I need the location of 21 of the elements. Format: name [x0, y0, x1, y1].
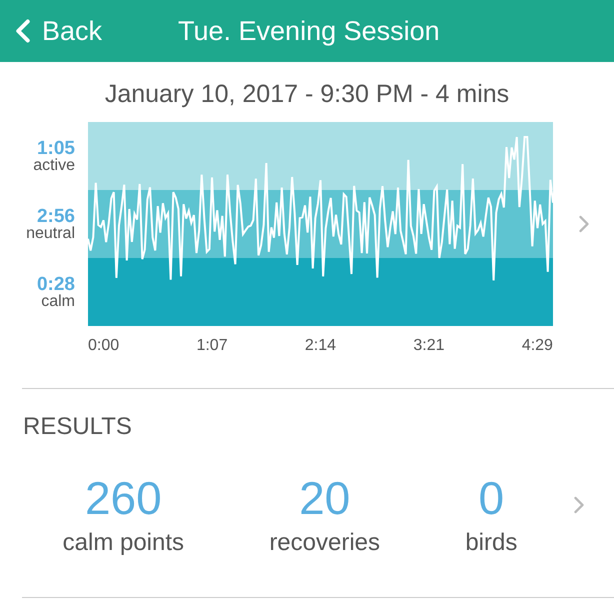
- stat-value: 260: [84, 475, 162, 521]
- stat-value: 20: [299, 475, 350, 521]
- time-tick: 4:29: [522, 336, 553, 356]
- stat-label: birds: [465, 531, 518, 555]
- zone-time: 2:56: [36, 206, 75, 226]
- zone-time: 1:05: [36, 138, 75, 158]
- session-summary: January 10, 2017 - 9:30 PM - 4 mins: [104, 79, 510, 110]
- time-tick: 0:00: [88, 336, 120, 356]
- time-tick: 3:21: [413, 336, 444, 356]
- time-tick: 1:07: [196, 336, 228, 356]
- zone-label: active: [33, 158, 75, 174]
- screen-title: Tue. Evening Session: [178, 14, 440, 48]
- results-heading: RESULTS: [23, 412, 133, 442]
- stat-value: 0: [478, 475, 504, 521]
- zone-time: 0:28: [36, 274, 75, 294]
- time-tick: 2:14: [304, 336, 336, 356]
- zone-label: neutral: [26, 226, 75, 242]
- back-button[interactable]: Back: [0, 10, 102, 52]
- stat-label: recoveries: [269, 531, 380, 555]
- zone-label: calm: [41, 294, 75, 310]
- stat-label: calm points: [62, 531, 184, 555]
